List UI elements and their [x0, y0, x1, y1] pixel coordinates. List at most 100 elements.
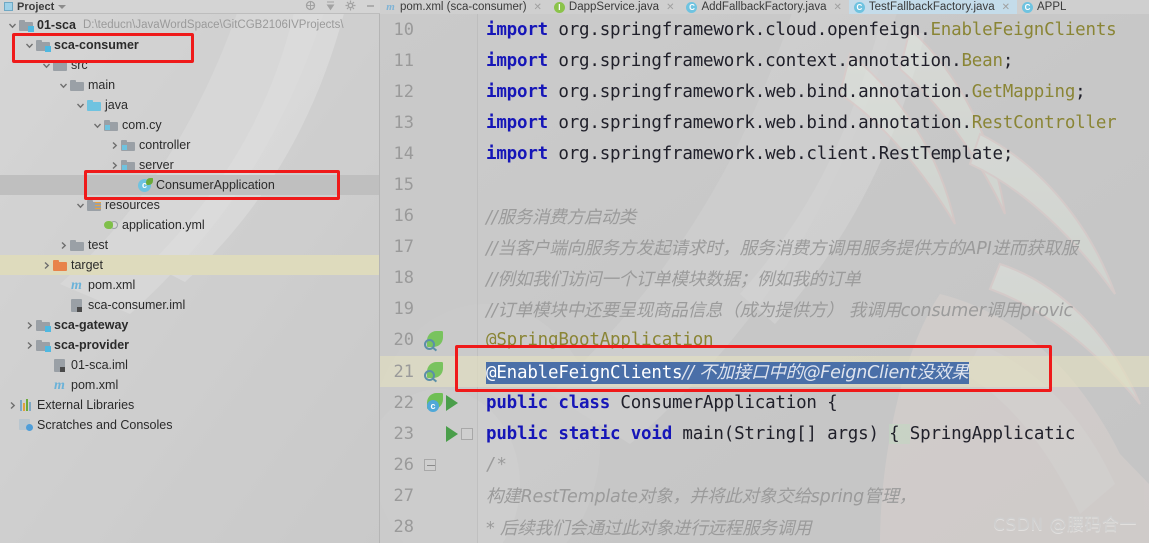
project-icon — [4, 2, 13, 11]
editor-tab[interactable]: C TestFallbackFactory.java ✕ — [848, 0, 1017, 14]
code-line[interactable]: 17 //当客户端向服务方发起请求时，服务消费方调用服务提供方的API进而获取服 — [380, 232, 1149, 263]
top-strip: Project m pom.xml (sca-consumer) ✕ I DappSer… — [0, 0, 1149, 14]
chevron-right-icon[interactable] — [108, 141, 120, 150]
chevron-right-icon[interactable] — [23, 321, 35, 330]
tree-node[interactable]: External Libraries — [0, 395, 379, 415]
spring-class-icon — [137, 177, 153, 192]
module-folder-icon — [35, 39, 51, 52]
chevron-right-icon[interactable] — [6, 401, 18, 410]
tree-node[interactable]: sca-consumer — [0, 35, 379, 55]
tree-node[interactable]: com.cy — [0, 115, 379, 135]
code-text: import org.springframework.web.bind.anno… — [478, 113, 1117, 133]
tree-node[interactable]: main — [0, 75, 379, 95]
code-line[interactable]: 11 import org.springframework.context.ann… — [380, 45, 1149, 76]
code-line[interactable]: 16 //服务消费方启动类 — [380, 201, 1149, 232]
tree-node[interactable]: m pom.xml — [0, 275, 379, 295]
code-line[interactable]: 18 //例如我们访问一个订单模块数据；例如我的订单 — [380, 263, 1149, 294]
project-tool-window[interactable]: 01-sca D:\teducn\JavaWordSpace\GitCGB2106… — [0, 14, 380, 543]
chevron-down-icon[interactable] — [58, 4, 67, 9]
code-text: //当客户端向服务方发起请求时，服务消费方调用服务提供方的API进而获取服 — [478, 235, 1078, 260]
gutter-icons — [420, 458, 478, 471]
close-icon[interactable]: ✕ — [834, 1, 842, 14]
chevron-down-icon[interactable] — [91, 121, 103, 130]
code-text: @EnableFeignClients// 不加接口中的@FeignClient… — [478, 359, 969, 385]
code-line[interactable]: 19 //订单模块中还要呈现商品信息（成为提供方） 我调用consumer调用pr… — [380, 294, 1149, 325]
tree-node[interactable]: target — [0, 255, 379, 275]
run-gutter-icon[interactable] — [446, 394, 458, 411]
tree-node[interactable]: ConsumerApplication — [0, 175, 379, 195]
spring-bean-gutter-icon[interactable]: c — [424, 393, 443, 413]
chevron-down-icon[interactable] — [40, 61, 52, 70]
code-line[interactable]: 20 @SpringBootApplication — [380, 325, 1149, 356]
ide-window: Project m pom.xml (sca-consumer) ✕ I DappSer… — [0, 0, 1149, 543]
chevron-right-icon[interactable] — [108, 161, 120, 170]
code-text: import org.springframework.web.client.Re… — [478, 144, 1013, 164]
editor-tab-strip[interactable]: m pom.xml (sca-consumer) ✕ I DappService.jav… — [380, 0, 1149, 14]
chevron-right-icon[interactable] — [23, 341, 35, 350]
maven-icon: m — [54, 377, 65, 393]
code-line[interactable]: 12 import org.springframework.web.bind.an… — [380, 76, 1149, 107]
tree-node[interactable]: m pom.xml — [0, 375, 379, 395]
editor-tab[interactable]: C APPL — [1017, 0, 1073, 14]
spring-bean-gutter-icon[interactable] — [424, 362, 443, 382]
close-icon[interactable]: ✕ — [666, 1, 674, 14]
chevron-right-icon[interactable] — [57, 241, 69, 250]
line-number: 16 — [393, 206, 414, 227]
interface-icon: I — [553, 1, 565, 13]
line-number: 13 — [393, 112, 414, 133]
code-text: //例如我们访问一个订单模块数据；例如我的订单 — [478, 266, 861, 291]
code-fold-marker[interactable] — [461, 427, 473, 440]
code-fold-marker[interactable] — [424, 458, 436, 471]
chevron-down-icon[interactable] — [57, 81, 69, 90]
tree-node[interactable]: Scratches and Consoles — [0, 415, 379, 435]
tree-node[interactable]: sca-gateway — [0, 315, 379, 335]
tree-node[interactable]: server — [0, 155, 379, 175]
chevron-down-icon[interactable] — [6, 21, 18, 30]
tree-node-label: java — [105, 98, 128, 112]
code-line[interactable]: 23 public static void main(String[] args… — [380, 418, 1149, 449]
spring-bean-gutter-icon[interactable] — [424, 330, 443, 350]
code-token: org.springframework.context.annotation. — [558, 50, 962, 71]
run-gutter-icon[interactable] — [446, 425, 458, 442]
tree-node[interactable]: 01-sca.iml — [0, 355, 379, 375]
tree-node[interactable]: application.yml — [0, 215, 379, 235]
tree-node[interactable]: 01-sca D:\teducn\JavaWordSpace\GitCGB2106… — [0, 15, 379, 35]
tree-node[interactable]: resources — [0, 195, 379, 215]
resources-folder-icon — [86, 199, 101, 211]
code-line[interactable]: 15 — [380, 169, 1149, 200]
code-line[interactable]: 21 @EnableFeignClients// 不加接口中的@FeignClie… — [380, 356, 1149, 388]
editor-tab[interactable]: C AddFallbackFactory.java ✕ — [681, 0, 848, 14]
line-number: 21 — [393, 361, 414, 382]
editor-tab[interactable]: m pom.xml (sca-consumer) ✕ — [380, 0, 549, 14]
code-line[interactable]: 14 import org.springframework.web.client.… — [380, 138, 1149, 169]
iml-icon — [52, 358, 67, 372]
close-icon[interactable]: ✕ — [1002, 1, 1010, 14]
code-lines[interactable]: 10 import org.springframework.cloud.openf… — [380, 14, 1149, 543]
tree-node[interactable]: java — [0, 95, 379, 115]
tree-node[interactable]: sca-provider — [0, 335, 379, 355]
project-tree[interactable]: 01-sca D:\teducn\JavaWordSpace\GitCGB2106… — [0, 14, 379, 435]
code-line[interactable]: 22 c public class ConsumerApplication { — [380, 387, 1149, 418]
tree-node[interactable]: sca-consumer.iml — [0, 295, 379, 315]
tree-node[interactable]: controller — [0, 135, 379, 155]
close-icon[interactable]: ✕ — [534, 1, 542, 14]
chevron-down-icon[interactable] — [23, 41, 35, 50]
editor-tab[interactable]: I DappService.java ✕ — [549, 0, 682, 14]
chevron-right-icon[interactable] — [40, 261, 52, 270]
code-editor[interactable]: 10 import org.springframework.cloud.openf… — [380, 14, 1149, 543]
code-line[interactable]: 26 /* — [380, 449, 1149, 480]
yaml-icon — [103, 220, 118, 231]
code-line[interactable]: 13 import org.springframework.web.bind.an… — [380, 107, 1149, 138]
tree-node[interactable]: test — [0, 235, 379, 255]
code-text: import org.springframework.web.bind.anno… — [478, 82, 1086, 102]
tree-node-label: 01-sca — [37, 18, 76, 32]
code-line[interactable]: 10 import org.springframework.cloud.openf… — [380, 14, 1149, 45]
chevron-down-icon[interactable] — [74, 201, 86, 210]
code-line[interactable]: 27 构建RestTemplate对象，并将此对象交给spring管理， — [380, 480, 1149, 511]
tree-node-label: sca-gateway — [54, 318, 129, 332]
tree-node[interactable]: src — [0, 55, 379, 75]
chevron-down-icon[interactable] — [74, 101, 86, 110]
class-icon: C — [686, 1, 698, 13]
code-token: import — [486, 50, 559, 71]
maven-icon: m — [386, 0, 395, 13]
